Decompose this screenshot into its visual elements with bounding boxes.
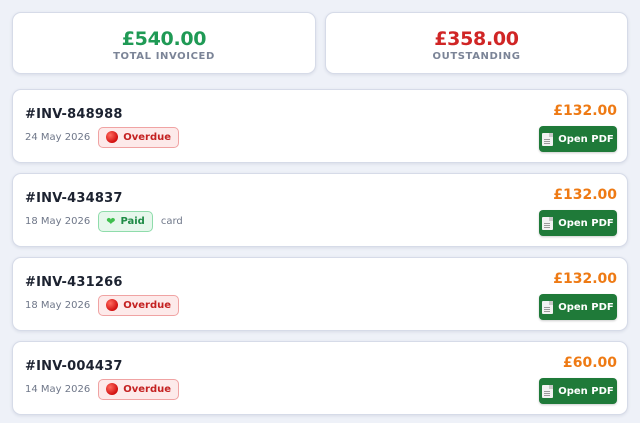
document-icon — [542, 132, 554, 146]
status-label: Overdue — [123, 383, 172, 395]
invoice-card: #INV-431266 18 May 2026 Overdue £132.00 … — [12, 257, 628, 331]
invoice-amount: £60.00 — [562, 355, 617, 371]
status-label: Paid — [120, 215, 145, 227]
invoice-id: #INV-431266 — [25, 275, 123, 290]
invoice-card: #INV-004437 14 May 2026 Overdue £60.00 O… — [12, 341, 628, 415]
open-pdf-button[interactable]: Open PDF — [539, 378, 617, 404]
open-pdf-button[interactable]: Open PDF — [539, 210, 617, 236]
outstanding-label: OUTSTANDING — [432, 51, 521, 62]
open-pdf-label: Open PDF — [558, 301, 614, 313]
invoice-meta: 24 May 2026 Overdue — [25, 126, 180, 148]
invoice-id: #INV-848988 — [25, 107, 123, 122]
outstanding-amount: £358.00 — [434, 28, 519, 50]
invoice-meta: 18 May 2026 Overdue — [25, 294, 180, 316]
invoice-amount: £132.00 — [553, 271, 617, 287]
total-invoiced-amount: £540.00 — [121, 28, 207, 50]
status-badge: Overdue — [98, 294, 180, 316]
red-circle-icon — [106, 383, 119, 395]
total-invoiced-card: £540.00 TOTAL INVOICED — [12, 12, 316, 74]
invoice-id: #INV-434837 — [25, 191, 123, 206]
payment-method: card — [160, 215, 183, 227]
open-pdf-label: Open PDF — [558, 385, 614, 397]
invoice-card: #INV-434837 18 May 2026 ❤ Paid card £132… — [12, 173, 628, 247]
status-badge: ❤ Paid — [98, 210, 153, 232]
red-circle-icon — [106, 299, 119, 311]
invoice-date: 14 May 2026 — [25, 383, 91, 395]
open-pdf-label: Open PDF — [558, 133, 614, 145]
invoice-meta: 18 May 2026 ❤ Paid card — [25, 210, 183, 232]
invoice-id: #INV-004437 — [25, 359, 123, 374]
open-pdf-button[interactable]: Open PDF — [539, 126, 617, 152]
invoice-card: #INV-848988 24 May 2026 Overdue £132.00 … — [12, 89, 628, 163]
invoice-date: 18 May 2026 — [25, 299, 91, 311]
status-label: Overdue — [123, 131, 172, 143]
status-badge: Overdue — [98, 378, 180, 400]
document-icon — [542, 300, 554, 314]
total-invoiced-label: TOTAL INVOICED — [113, 51, 215, 62]
open-pdf-label: Open PDF — [558, 217, 614, 229]
status-label: Overdue — [123, 299, 172, 311]
invoice-amount: £132.00 — [553, 103, 617, 119]
status-badge: Overdue — [98, 126, 180, 148]
document-icon — [542, 216, 554, 230]
invoice-amount: £132.00 — [553, 187, 617, 203]
invoice-meta: 14 May 2026 Overdue — [25, 378, 180, 400]
green-heart-icon: ❤ — [106, 214, 116, 228]
red-circle-icon — [106, 131, 119, 143]
invoice-date: 24 May 2026 — [25, 131, 91, 143]
document-icon — [542, 384, 554, 398]
invoice-list-page: £540.00 TOTAL INVOICED £358.00 OUTSTANDI… — [0, 0, 640, 423]
outstanding-card: £358.00 OUTSTANDING — [325, 12, 628, 74]
invoice-date: 18 May 2026 — [25, 215, 91, 227]
open-pdf-button[interactable]: Open PDF — [539, 294, 617, 320]
